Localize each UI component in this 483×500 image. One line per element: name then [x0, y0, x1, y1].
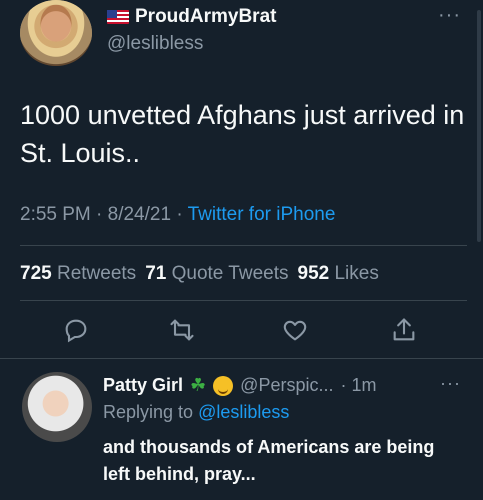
author-display-name-row[interactable]: ProudArmyBrat	[107, 6, 276, 28]
divider	[0, 358, 483, 359]
likes-label: Likes	[334, 263, 379, 284]
reply-text: and thousands of Americans are being lef…	[103, 437, 435, 484]
like-button[interactable]	[281, 316, 309, 344]
wink-face-icon	[213, 375, 234, 396]
clover-icon: ☘	[190, 375, 207, 395]
retweets-label: Retweets	[56, 263, 137, 284]
retweets-stat[interactable]: 725 Retweets	[20, 263, 136, 285]
tweet-source[interactable]: Twitter for iPhone	[188, 204, 336, 225]
divider	[20, 245, 467, 246]
scrollbar[interactable]	[477, 10, 481, 242]
reply-display-name[interactable]: Patty Girl	[103, 375, 183, 396]
author-display-name[interactable]: ProudArmyBrat	[135, 6, 276, 28]
share-icon	[393, 318, 415, 341]
tweet-actions	[0, 316, 483, 344]
replying-to: Replying to @leslibless	[103, 402, 289, 423]
retweets-count: 725	[20, 263, 52, 284]
retweet-button[interactable]	[168, 316, 196, 344]
reply-handle[interactable]: @Perspic...	[240, 375, 333, 396]
like-icon	[283, 320, 307, 341]
author-handle[interactable]: @leslibless	[107, 33, 203, 55]
quote-tweets-stat[interactable]: 71 Quote Tweets	[145, 263, 288, 285]
reply-header: Patty Girl ☘ @Perspic... · 1m	[103, 375, 376, 396]
reply-button[interactable]	[62, 316, 90, 344]
more-options-button[interactable]: ···	[438, 4, 461, 27]
tweet-timestamp[interactable]: 2:55 PM · 8/24/21 ·	[20, 204, 188, 225]
reply-icon	[65, 319, 87, 343]
retweet-icon	[170, 319, 194, 341]
reply-time[interactable]: · 1m	[340, 375, 376, 396]
tweet-meta: 2:55 PM · 8/24/21 · Twitter for iPhone	[20, 204, 335, 226]
us-flag-icon	[107, 10, 129, 24]
quote-count: 71	[145, 263, 167, 284]
replying-mention[interactable]: @leslibless	[198, 402, 289, 422]
likes-stat[interactable]: 952 Likes	[298, 263, 379, 285]
reply-more-options-button[interactable]: ···	[440, 373, 461, 394]
replying-prefix: Replying to	[103, 402, 194, 422]
engagement-stats: 725 Retweets 71 Quote Tweets 952 Likes	[20, 263, 379, 285]
quote-label: Quote Tweets	[171, 263, 289, 284]
tweet-text: 1000 unvetted Afghans just arrived in St…	[20, 100, 465, 168]
share-button[interactable]	[390, 316, 418, 344]
divider	[20, 300, 467, 301]
author-avatar[interactable]	[20, 0, 92, 66]
likes-count: 952	[297, 263, 330, 284]
avatar-photo	[20, 0, 92, 66]
reply-author-avatar[interactable]	[22, 372, 92, 442]
